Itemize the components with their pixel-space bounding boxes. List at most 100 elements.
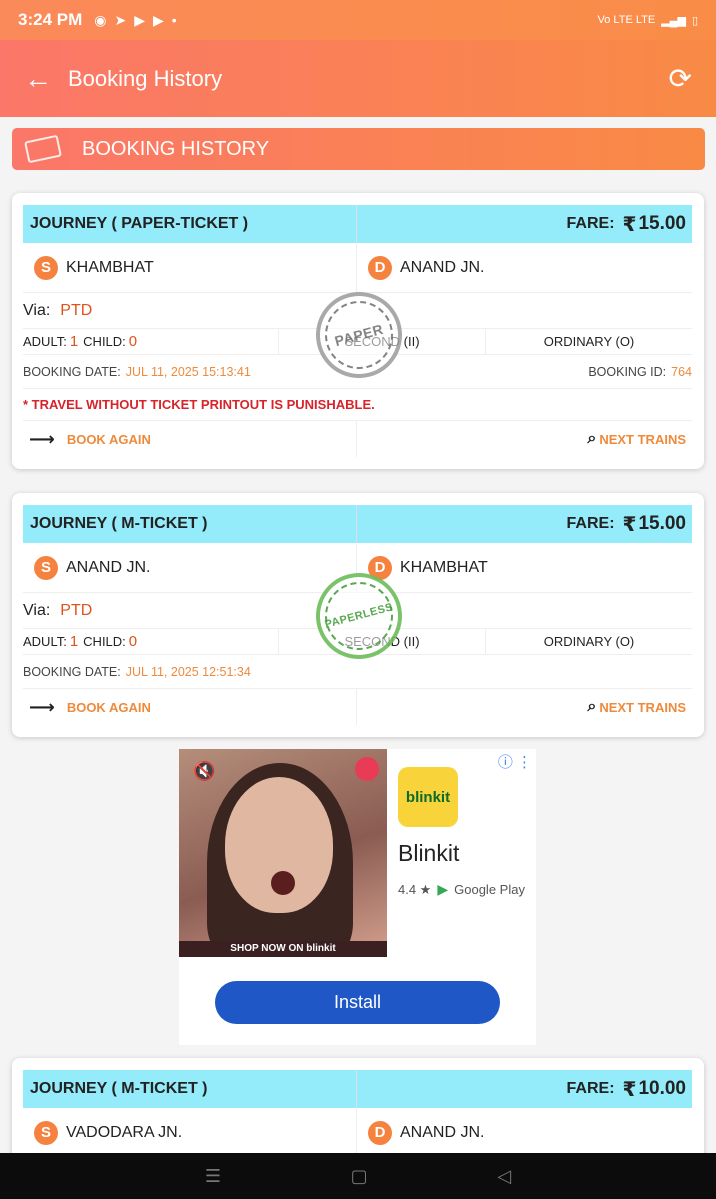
install-button[interactable]: Install: [215, 981, 500, 1024]
refresh-icon[interactable]: ⟳: [669, 62, 692, 95]
destination-badge: D: [368, 255, 392, 280]
google-play-icon: ▶: [437, 881, 449, 897]
passenger-count: ADULT: 1 CHILD: 0: [23, 329, 279, 354]
brand-icon: [355, 757, 379, 781]
book-again-button[interactable]: ⟶ BOOK AGAIN: [23, 689, 357, 725]
journey-type: JOURNEY ( PAPER-TICKET ): [23, 205, 357, 243]
booking-info: BOOKING DATE: JUL 11, 2025 12:51:34: [23, 655, 692, 689]
booking-id-label: BOOKING ID:: [588, 364, 667, 379]
recents-icon[interactable]: ☰: [205, 1166, 221, 1187]
next-trains-button[interactable]: ⌕ NEXT TRAINS: [357, 421, 692, 457]
rating-value: 4.4 ★: [398, 881, 432, 897]
battery-icon: ▯: [691, 14, 698, 27]
ad-video-mouth: [271, 871, 295, 895]
ad-banner[interactable]: 🔇 SHOP NOW ON blinkit ⓘ ⋮ blinkit Blinki…: [179, 749, 536, 1045]
ad-app-logo: blinkit: [398, 767, 458, 827]
source-badge: S: [34, 255, 58, 280]
warning-text: * TRAVEL WITHOUT TICKET PRINTOUT IS PUNI…: [23, 389, 692, 421]
page-title: Booking History: [68, 65, 223, 91]
section-banner: BOOKING HISTORY: [12, 128, 705, 170]
stamp-text: PAPER: [332, 320, 386, 350]
fare-label: FARE:: [566, 215, 615, 232]
booking-date-label: BOOKING DATE:: [23, 664, 121, 679]
source-badge: S: [34, 1120, 58, 1145]
rupee-icon: ₹: [622, 213, 637, 236]
card-header: JOURNEY ( PAPER-TICKET ) FARE: ₹ 15.00: [23, 205, 692, 243]
destination-name: ANAND JN.: [400, 258, 485, 276]
train-type: ORDINARY (O): [543, 334, 635, 349]
child-label: CHILD:: [83, 334, 126, 349]
system-nav-bar: ☰ ▢ ◁: [0, 1153, 716, 1199]
rupee-icon: ₹: [622, 513, 637, 536]
ticket-icon: [24, 134, 62, 164]
next-trains-button[interactable]: ⌕ NEXT TRAINS: [357, 689, 692, 725]
fare-amount: 15.00: [638, 513, 686, 534]
via-label: Via:: [23, 601, 51, 619]
ad-rating: 4.4 ★ ▶ Google Play: [398, 881, 525, 898]
child-label: CHILD:: [83, 634, 126, 649]
stations-row: S KHAMBHAT D ANAND JN.: [23, 243, 692, 293]
mute-icon[interactable]: 🔇: [193, 761, 215, 782]
destination-badge: D: [368, 1120, 392, 1145]
arrow-right-icon: ⟶: [29, 428, 55, 449]
ad-app-name: Blinkit: [398, 840, 460, 866]
notification-icons: ◉ ➤ ▶ ▶ •: [94, 12, 176, 29]
fare-amount: 10.00: [638, 1078, 686, 1099]
booking-date-label: BOOKING DATE:: [23, 364, 121, 379]
fare-label: FARE:: [566, 515, 615, 532]
rupee-icon: ₹: [622, 1078, 637, 1101]
source-station: S ANAND JN.: [23, 543, 357, 592]
booking-date: JUL 11, 2025 15:13:41: [125, 364, 251, 379]
dot-icon: •: [171, 12, 177, 28]
adult-label: ADULT:: [23, 634, 67, 649]
passenger-count: ADULT: 1 CHILD: 0: [23, 629, 279, 654]
via-value: PTD: [60, 301, 93, 319]
arrow-right-icon: ⟶: [29, 696, 55, 717]
fare: FARE: ₹ 10.00: [357, 1070, 692, 1108]
source-name: VADODARA JN.: [66, 1123, 183, 1141]
adult-label: ADULT:: [23, 334, 67, 349]
search-icon: ⌕: [587, 430, 597, 447]
stations-row: S VADODARA JN. D ANAND JN.: [23, 1108, 692, 1158]
fare: FARE: ₹ 15.00: [357, 205, 692, 243]
book-again-label: BOOK AGAIN: [66, 699, 151, 715]
child-count: 0: [128, 633, 138, 650]
store-name: Google Play: [454, 882, 525, 897]
back-arrow-icon[interactable]: ←: [24, 63, 68, 95]
status-bar: 3:24 PM ◉ ➤ ▶ ▶ • Vo LTE LTE ▂▄▆ ▯: [0, 0, 716, 40]
destination-station: D ANAND JN.: [357, 243, 484, 292]
train-type: ORDINARY (O): [543, 634, 635, 649]
fare: FARE: ₹ 15.00: [357, 505, 692, 543]
status-right: Vo LTE LTE ▂▄▆ ▯: [598, 14, 698, 27]
journey-type: JOURNEY ( M-TICKET ): [23, 505, 357, 543]
stamp-text: PAPERLESS: [323, 601, 395, 631]
card-header: JOURNEY ( M-TICKET ) FARE: ₹ 10.00: [23, 1070, 692, 1108]
telegram-icon: ➤: [114, 11, 127, 28]
fare-label: FARE:: [566, 1080, 615, 1097]
source-station: S KHAMBHAT: [23, 243, 357, 292]
fare-amount: 15.00: [638, 213, 686, 234]
journey-type: JOURNEY ( M-TICKET ): [23, 1070, 357, 1108]
card-header: JOURNEY ( M-TICKET ) FARE: ₹ 15.00: [23, 505, 692, 543]
ad-video[interactable]: 🔇 SHOP NOW ON blinkit: [179, 749, 387, 957]
booking-date: JUL 11, 2025 12:51:34: [125, 664, 251, 679]
home-icon[interactable]: ▢: [351, 1166, 368, 1187]
destination-station: D ANAND JN.: [357, 1108, 484, 1157]
back-icon[interactable]: ◁: [497, 1166, 511, 1187]
via-label: Via:: [23, 301, 51, 319]
card-actions: ⟶ BOOK AGAIN ⌕ NEXT TRAINS: [23, 689, 692, 725]
destination-name: KHAMBHAT: [400, 558, 488, 576]
source-badge: S: [34, 555, 58, 580]
source-station: S VADODARA JN.: [23, 1108, 357, 1157]
via-value: PTD: [60, 601, 93, 619]
whatsapp-icon: ◉: [94, 11, 107, 28]
youtube-icon: ▶: [134, 11, 145, 28]
ad-info-icon[interactable]: ⓘ ⋮: [498, 751, 532, 772]
youtube-icon: ▶: [152, 11, 164, 28]
adult-count: 1: [69, 633, 79, 650]
next-trains-label: NEXT TRAINS: [599, 431, 686, 447]
book-again-button[interactable]: ⟶ BOOK AGAIN: [23, 421, 357, 457]
adult-count: 1: [69, 333, 79, 350]
ad-video-caption: SHOP NOW ON blinkit: [179, 941, 387, 957]
destination-name: ANAND JN.: [400, 1123, 485, 1141]
